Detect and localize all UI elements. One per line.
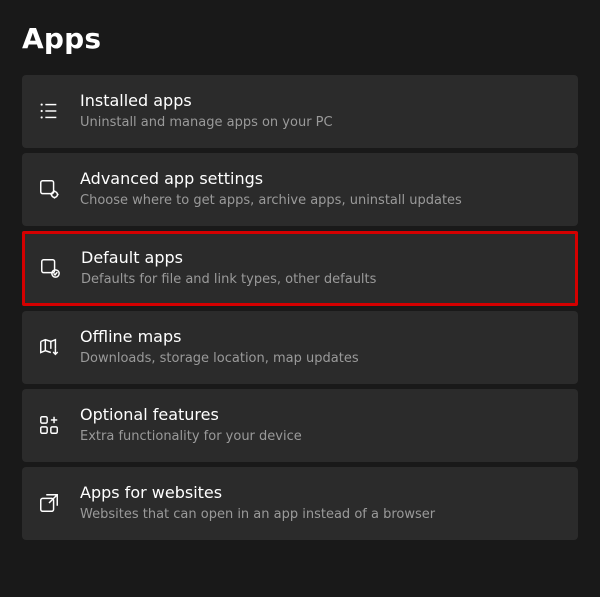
item-apps-for-websites[interactable]: Apps for websites Websites that can open… [22, 467, 578, 540]
settings-list: Installed apps Uninstall and manage apps… [22, 75, 578, 540]
page-title: Apps [22, 22, 578, 55]
item-default-apps[interactable]: Default apps Defaults for file and link … [22, 231, 578, 306]
app-check-icon [39, 257, 61, 279]
item-desc: Downloads, storage location, map updates [80, 350, 359, 368]
item-texts: Offline maps Downloads, storage location… [80, 327, 359, 368]
item-texts: Installed apps Uninstall and manage apps… [80, 91, 333, 132]
item-installed-apps[interactable]: Installed apps Uninstall and manage apps… [22, 75, 578, 148]
item-label: Optional features [80, 405, 302, 426]
item-desc: Defaults for file and link types, other … [81, 271, 376, 289]
item-label: Installed apps [80, 91, 333, 112]
item-desc: Uninstall and manage apps on your PC [80, 114, 333, 132]
app-gear-icon [38, 178, 60, 200]
item-desc: Extra functionality for your device [80, 428, 302, 446]
item-texts: Advanced app settings Choose where to ge… [80, 169, 462, 210]
item-texts: Default apps Defaults for file and link … [81, 248, 376, 289]
item-label: Default apps [81, 248, 376, 269]
item-label: Offline maps [80, 327, 359, 348]
item-desc: Websites that can open in an app instead… [80, 506, 435, 524]
item-offline-maps[interactable]: Offline maps Downloads, storage location… [22, 311, 578, 384]
item-advanced-app-settings[interactable]: Advanced app settings Choose where to ge… [22, 153, 578, 226]
item-label: Apps for websites [80, 483, 435, 504]
item-texts: Optional features Extra functionality fo… [80, 405, 302, 446]
item-texts: Apps for websites Websites that can open… [80, 483, 435, 524]
app-plus-icon [38, 414, 60, 436]
open-external-icon [38, 492, 60, 514]
list-icon [38, 100, 60, 122]
map-download-icon [38, 336, 60, 358]
item-desc: Choose where to get apps, archive apps, … [80, 192, 462, 210]
item-label: Advanced app settings [80, 169, 462, 190]
apps-settings-page: Apps Installed apps Uninstall and manage… [0, 22, 600, 540]
item-optional-features[interactable]: Optional features Extra functionality fo… [22, 389, 578, 462]
